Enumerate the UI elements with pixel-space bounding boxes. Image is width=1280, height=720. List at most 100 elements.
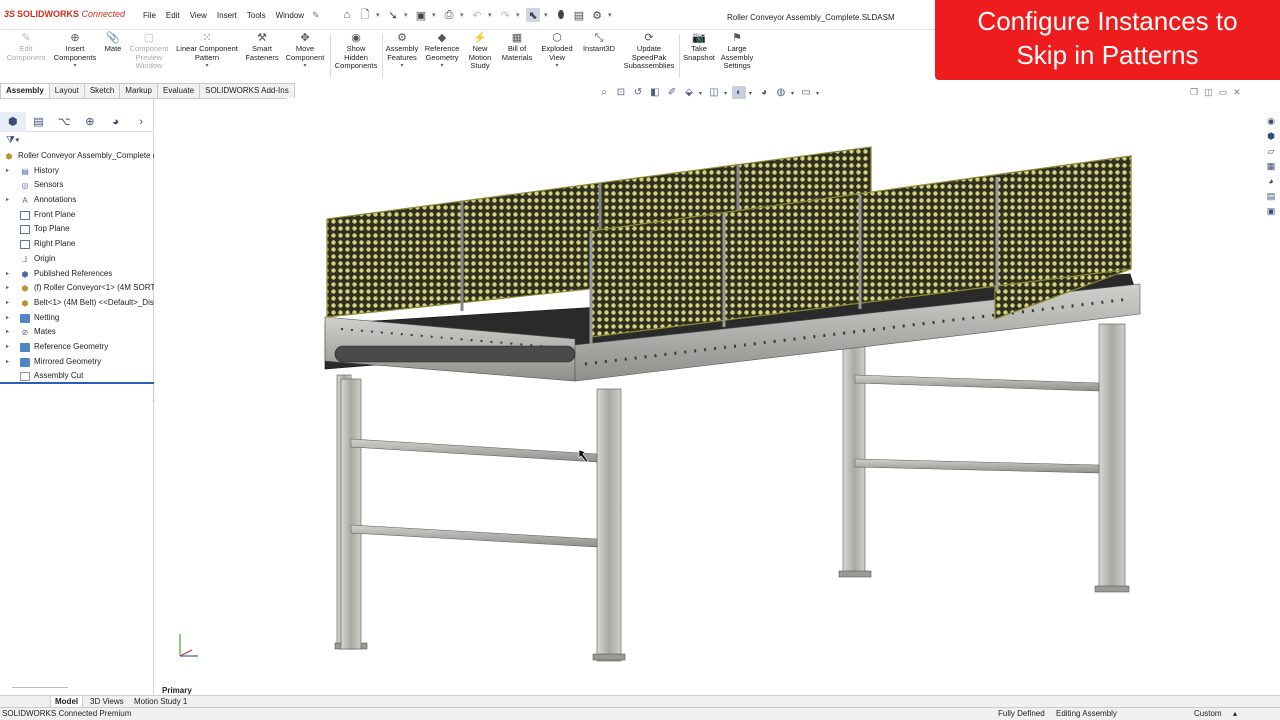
linear-component-pattern-button[interactable]: ⁙ Linear Component Pattern ▾: [172, 30, 242, 71]
menu-insert[interactable]: Insert: [212, 11, 242, 20]
configuration-manager-tab-icon[interactable]: ⌥: [51, 112, 77, 132]
edit-component-button[interactable]: ✎ Edit Component: [4, 30, 48, 62]
expand-arrow-icon[interactable]: ▸: [6, 355, 9, 370]
tree-item-history[interactable]: ▸ ▤ History: [0, 164, 154, 179]
show-hidden-components-button[interactable]: ◉ Show Hidden Components: [332, 30, 380, 71]
select-icon[interactable]: ⬉: [526, 8, 540, 22]
section-view-icon[interactable]: ◧: [648, 86, 662, 100]
redo-icon[interactable]: ↷: [498, 8, 512, 22]
options-dropdown-icon[interactable]: ▾: [608, 11, 614, 19]
tree-item-mates[interactable]: ▸ ⊘ Mates: [0, 325, 154, 340]
move-component-dropdown-icon[interactable]: ▾: [282, 62, 328, 71]
expand-arrow-icon[interactable]: ▸: [6, 164, 9, 179]
menu-file[interactable]: File: [138, 11, 161, 20]
expand-arrow-icon[interactable]: ▸: [6, 340, 9, 355]
update-speedpak-button[interactable]: ⟳ Update SpeedPak Subassemblies: [620, 30, 678, 71]
tree-item-roller-conveyor[interactable]: ▸ ⬢ (f) Roller Conveyor<1> (4M SORT: [0, 281, 154, 296]
open-icon[interactable]: ➘: [386, 8, 400, 22]
tree-item-assembly-cut[interactable]: Assembly Cut: [0, 369, 154, 384]
maximize-icon[interactable]: ▭: [1219, 87, 1228, 98]
open-dropdown-icon[interactable]: ▾: [404, 11, 410, 19]
solidworks-logo[interactable]: 3S SOLIDWORKS Connected: [4, 9, 125, 19]
mate-button[interactable]: 📎 Mate: [100, 30, 126, 54]
tree-item-belt[interactable]: ▸ ⬢ Belt<1> (4M Belt) <<Default>_Dis: [0, 296, 154, 311]
undo-dropdown-icon[interactable]: ▾: [488, 11, 494, 19]
new-dropdown-icon[interactable]: ▾: [376, 11, 382, 19]
close-icon[interactable]: ✕: [1233, 87, 1241, 98]
previous-view-icon[interactable]: ↺: [631, 86, 645, 100]
reference-geometry-button[interactable]: ◆ Reference Geometry ▾: [420, 30, 464, 71]
expand-arrow-icon[interactable]: ▸: [6, 311, 9, 326]
select-dropdown-icon[interactable]: ▾: [544, 11, 550, 19]
property-manager-tab-icon[interactable]: ▤: [26, 112, 52, 132]
options-gear-icon[interactable]: ⚙: [590, 8, 604, 22]
edit-appearance-icon[interactable]: ◕: [757, 86, 771, 100]
design-library-icon[interactable]: ⬢: [1265, 130, 1277, 143]
tab-sketch[interactable]: Sketch: [83, 83, 121, 98]
undo-icon[interactable]: ↶: [470, 8, 484, 22]
tree-item-annotations[interactable]: ▸ A Annotations: [0, 193, 154, 208]
insert-components-button[interactable]: ⊕ Insert Components ▾: [50, 30, 100, 71]
appearances-icon[interactable]: ◕: [1265, 175, 1277, 188]
view-palette-icon[interactable]: ▦: [1265, 160, 1277, 173]
pin-icon[interactable]: ✎: [312, 10, 320, 21]
tree-item-sensors[interactable]: ◎ Sensors: [0, 178, 154, 193]
tree-item-mirrored-geometry[interactable]: ▸ Mirrored Geometry: [0, 355, 154, 370]
exploded-view-button[interactable]: ⬡ Exploded View ▾: [538, 30, 576, 71]
panel-scrollbar[interactable]: [12, 687, 68, 690]
view-settings-dropdown-icon[interactable]: ▾: [816, 90, 821, 97]
hide-show-items-icon[interactable]: ◐: [732, 86, 746, 100]
display-style-icon[interactable]: ◫: [707, 86, 721, 100]
custom-properties-icon[interactable]: ▤: [1265, 190, 1277, 203]
reference-geometry-dropdown-icon[interactable]: ▾: [420, 62, 464, 71]
print-icon[interactable]: ⎙: [442, 8, 456, 22]
exploded-view-dropdown-icon[interactable]: ▾: [538, 62, 576, 71]
tree-item-front-plane[interactable]: Front Plane: [0, 208, 154, 223]
hide-show-dropdown-icon[interactable]: ▾: [749, 90, 754, 97]
menu-edit[interactable]: Edit: [161, 11, 185, 20]
units-dropdown-icon[interactable]: ▴: [1233, 708, 1237, 720]
tree-item-top-plane[interactable]: Top Plane: [0, 222, 154, 237]
tab-evaluate[interactable]: Evaluate: [156, 83, 201, 98]
dimxpert-manager-tab-icon[interactable]: ⊕: [77, 112, 103, 132]
filter-icon[interactable]: ⧩▾: [6, 135, 20, 146]
tile-icon[interactable]: ◫: [1204, 87, 1213, 98]
tree-item-published-references[interactable]: ▸ ⬢ Published References: [0, 267, 154, 282]
zoom-to-area-icon[interactable]: ⊡: [614, 86, 628, 100]
tree-root-assembly[interactable]: ⬢ Roller Conveyor Assembly_Complete (: [0, 149, 155, 164]
tab-assembly[interactable]: Assembly: [0, 83, 50, 98]
home-icon[interactable]: ⌂: [340, 8, 354, 22]
more-tabs-chevron-icon[interactable]: ›: [128, 112, 154, 132]
expand-arrow-icon[interactable]: ▸: [6, 267, 9, 282]
display-style-dropdown-icon[interactable]: ▾: [724, 90, 729, 97]
graphics-area[interactable]: [155, 99, 1262, 695]
smart-fasteners-button[interactable]: ⚒ Smart Fasteners: [242, 30, 282, 62]
restore-icon[interactable]: ❐: [1190, 87, 1198, 98]
tree-item-reference-geometry[interactable]: ▸ Reference Geometry: [0, 340, 154, 355]
expand-arrow-icon[interactable]: ▸: [6, 281, 9, 296]
insert-components-dropdown-icon[interactable]: ▾: [50, 62, 100, 71]
display-manager-tab-icon[interactable]: ◕: [103, 112, 129, 132]
large-assembly-settings-button[interactable]: ⚑ Large Assembly Settings: [718, 30, 756, 71]
menu-view[interactable]: View: [185, 11, 212, 20]
expand-arrow-icon[interactable]: ▸: [6, 296, 9, 311]
tab-solidworks-add-ins[interactable]: SOLIDWORKS Add-Ins: [199, 83, 295, 98]
apply-scene-icon[interactable]: ◍: [774, 86, 788, 100]
dynamic-annotation-icon[interactable]: ✐: [665, 86, 679, 100]
expand-arrow-icon[interactable]: ▸: [6, 193, 9, 208]
print-dropdown-icon[interactable]: ▾: [460, 11, 466, 19]
tree-item-netting[interactable]: ▸ Netting: [0, 311, 154, 326]
apply-scene-dropdown-icon[interactable]: ▾: [791, 90, 796, 97]
tree-item-right-plane[interactable]: Right Plane: [0, 237, 154, 252]
assembly-features-dropdown-icon[interactable]: ▾: [384, 62, 420, 71]
menu-tools[interactable]: Tools: [242, 11, 271, 20]
view-orientation-icon[interactable]: ⬙: [682, 86, 696, 100]
redo-dropdown-icon[interactable]: ▾: [516, 11, 522, 19]
view-orientation-dropdown-icon[interactable]: ▾: [699, 90, 704, 97]
solidworks-resources-icon[interactable]: ◉: [1265, 115, 1277, 128]
status-units[interactable]: Custom: [1194, 708, 1222, 720]
file-properties-icon[interactable]: ▤: [572, 8, 586, 22]
move-component-button[interactable]: ✥ Move Component ▾: [282, 30, 328, 71]
component-preview-window-button[interactable]: ▢ Component Preview Window: [126, 30, 172, 71]
assembly-features-button[interactable]: ⚙ Assembly Features ▾: [384, 30, 420, 71]
